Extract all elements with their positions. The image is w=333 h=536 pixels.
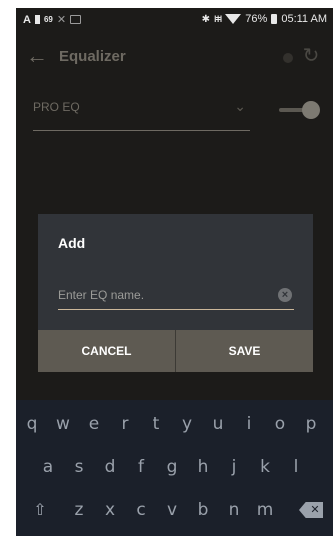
status-right: ✱ ǀǂǀ 76% 05:11 AM (202, 13, 327, 25)
key-k[interactable]: k (253, 447, 277, 487)
cancel-button[interactable]: CANCEL (38, 330, 175, 372)
shift-icon[interactable]: ⇧ (28, 490, 52, 530)
key-g[interactable]: g (160, 447, 184, 487)
indicator-dot (283, 53, 293, 63)
device-screen: A 69 ✕ ✱ ǀǂǀ 76% 05:11 AM ← Equalizer ↻ … (16, 8, 333, 536)
key-d[interactable]: d (98, 447, 122, 487)
toggle-knob (302, 101, 320, 119)
key-s[interactable]: s (67, 447, 91, 487)
battery-percent: 76% (245, 13, 268, 25)
keyboard-row-1: q w e r t y u i o p (16, 404, 333, 444)
key-e[interactable]: e (82, 404, 106, 444)
bluetooth-icon: ✱ (201, 13, 210, 25)
key-o[interactable]: o (268, 404, 292, 444)
keyboard-row-3: ⇧ z x c v b n m ✕ (16, 490, 333, 530)
keyboard: q w e r t y u i o p a s d f g h j k l ⇧ … (16, 400, 333, 536)
wifi-icon (225, 14, 242, 24)
key-l[interactable]: l (284, 447, 308, 487)
key-p[interactable]: p (299, 404, 323, 444)
a-indicator: A (23, 13, 31, 26)
key-v[interactable]: v (160, 490, 184, 530)
key-r[interactable]: r (113, 404, 137, 444)
key-u[interactable]: u (206, 404, 230, 444)
key-x[interactable]: x (98, 490, 122, 530)
preset-dropdown[interactable]: PRO EQ ⌄ (33, 96, 250, 131)
key-f[interactable]: f (129, 447, 153, 487)
backspace-x: ✕ (310, 503, 320, 516)
key-h[interactable]: h (191, 447, 215, 487)
eq-toggle[interactable] (279, 101, 321, 119)
clock: 05:11 AM (281, 13, 327, 25)
key-w[interactable]: w (51, 404, 75, 444)
eq-name-placeholder: Enter EQ name. (58, 288, 145, 302)
shuffle-off-icon: ✕ (56, 14, 67, 26)
key-n[interactable]: n (222, 490, 246, 530)
usb-dac-icon: ǀǂǀ (214, 14, 222, 24)
sd-card-icon (34, 15, 40, 24)
back-arrow-icon[interactable]: ← (26, 44, 50, 68)
chevron-down-icon: ⌄ (234, 98, 246, 114)
dialog-title: Add (58, 235, 86, 251)
battery-icon (271, 14, 278, 24)
key-m[interactable]: m (253, 490, 277, 530)
status-bar: A 69 ✕ ✱ ǀǂǀ 76% 05:11 AM (16, 8, 333, 34)
key-q[interactable]: q (20, 404, 44, 444)
preset-label: PRO EQ (33, 100, 80, 114)
reset-icon[interactable]: ↻ (299, 44, 323, 68)
page-title: Equalizer (59, 48, 126, 65)
eq-name-input[interactable]: Enter EQ name. × (58, 283, 294, 310)
key-y[interactable]: y (175, 404, 199, 444)
key-c[interactable]: c (129, 490, 153, 530)
key-b[interactable]: b (191, 490, 215, 530)
key-t[interactable]: t (144, 404, 168, 444)
add-dialog: Add Enter EQ name. × CANCEL SAVE (38, 214, 313, 372)
keyboard-row-2: a s d f g h j k l (16, 447, 333, 487)
repeat-icon (70, 15, 82, 24)
status-number: 69 (43, 15, 53, 24)
key-z[interactable]: z (67, 490, 91, 530)
key-j[interactable]: j (222, 447, 246, 487)
dialog-buttons: CANCEL SAVE (38, 330, 313, 372)
app-bar: ← Equalizer ↻ (16, 38, 333, 82)
key-a[interactable]: a (36, 447, 60, 487)
clear-icon[interactable]: × (278, 288, 292, 302)
save-button[interactable]: SAVE (176, 330, 313, 372)
backspace-icon[interactable]: ✕ (297, 490, 325, 530)
status-left: A 69 ✕ (23, 13, 82, 26)
key-i[interactable]: i (237, 404, 261, 444)
